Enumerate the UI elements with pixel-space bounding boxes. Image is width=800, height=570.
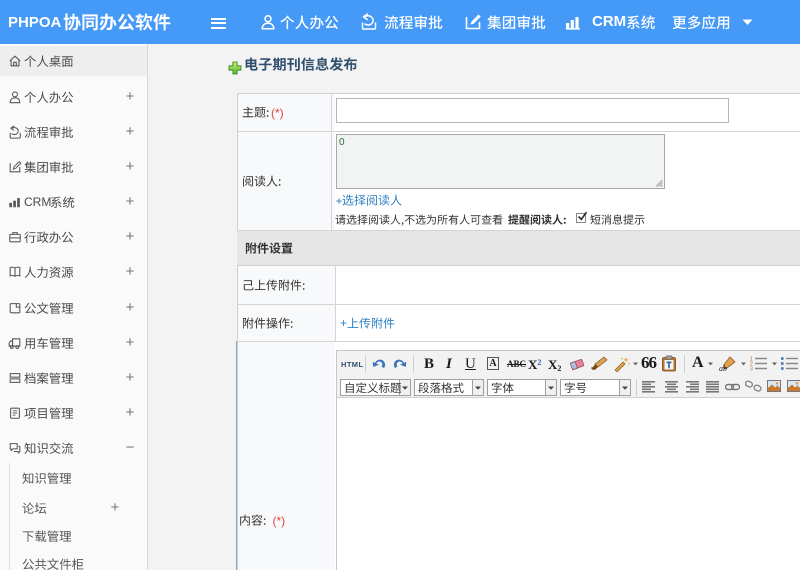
svg-text:3: 3 [750, 367, 753, 372]
svg-text:ab: ab [719, 364, 727, 372]
